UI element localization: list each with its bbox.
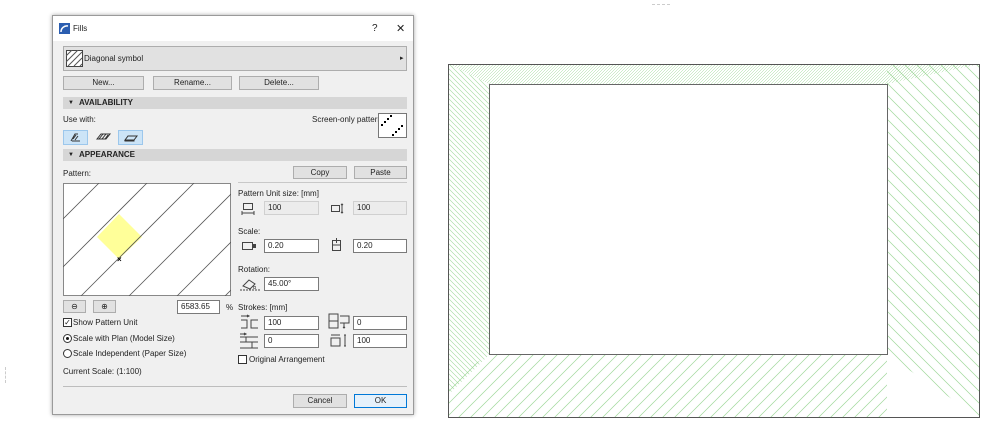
plan-drawing <box>448 64 980 418</box>
bottom-wall-fill <box>448 355 887 418</box>
left-wall-fill <box>448 64 489 395</box>
room-interior <box>489 84 888 355</box>
